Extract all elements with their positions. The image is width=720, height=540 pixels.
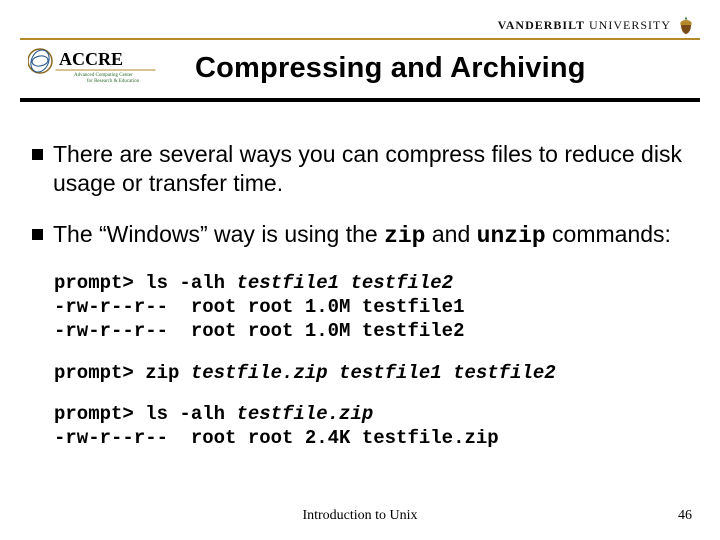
black-divider	[20, 98, 700, 102]
terminal-block: prompt> ls -alh testfile1 testfile2 -rw-…	[54, 272, 688, 343]
bullet-item: The “Windows” way is using the zip and u…	[32, 220, 688, 251]
bullet-marker-icon	[32, 229, 43, 240]
university-name: VANDERBILT UNIVERSITY	[498, 18, 671, 33]
bullet-text: The “Windows” way is using the zip and u…	[53, 220, 671, 251]
page-number: 46	[678, 508, 692, 524]
bullet-text: There are several ways you can compress …	[53, 140, 688, 198]
accre-logo: ACCRE Advanced Computing Center for Rese…	[28, 44, 178, 94]
svg-text:for Research & Education: for Research & Education	[87, 79, 140, 84]
bullet-marker-icon	[32, 149, 43, 160]
inline-code: zip	[384, 223, 425, 249]
slide: VANDERBILT UNIVERSITY ACCRE Advanced Com…	[0, 0, 720, 540]
vanderbilt-acorn-icon	[677, 15, 695, 35]
gold-divider	[20, 38, 700, 40]
content-area: There are several ways you can compress …	[32, 140, 688, 451]
terminal-block: prompt> zip testfile.zip testfile1 testf…	[54, 362, 688, 386]
slide-title: Compressing and Archiving	[195, 52, 586, 85]
inline-code: unzip	[477, 223, 546, 249]
terminal-block: prompt> ls -alh testfile.zip -rw-r--r-- …	[54, 403, 688, 451]
svg-text:Advanced Computing Center: Advanced Computing Center	[74, 73, 133, 78]
bullet-item: There are several ways you can compress …	[32, 140, 688, 198]
university-banner: VANDERBILT UNIVERSITY	[498, 15, 695, 35]
footer-title: Introduction to Unix	[0, 508, 720, 524]
svg-text:ACCRE: ACCRE	[59, 49, 123, 69]
